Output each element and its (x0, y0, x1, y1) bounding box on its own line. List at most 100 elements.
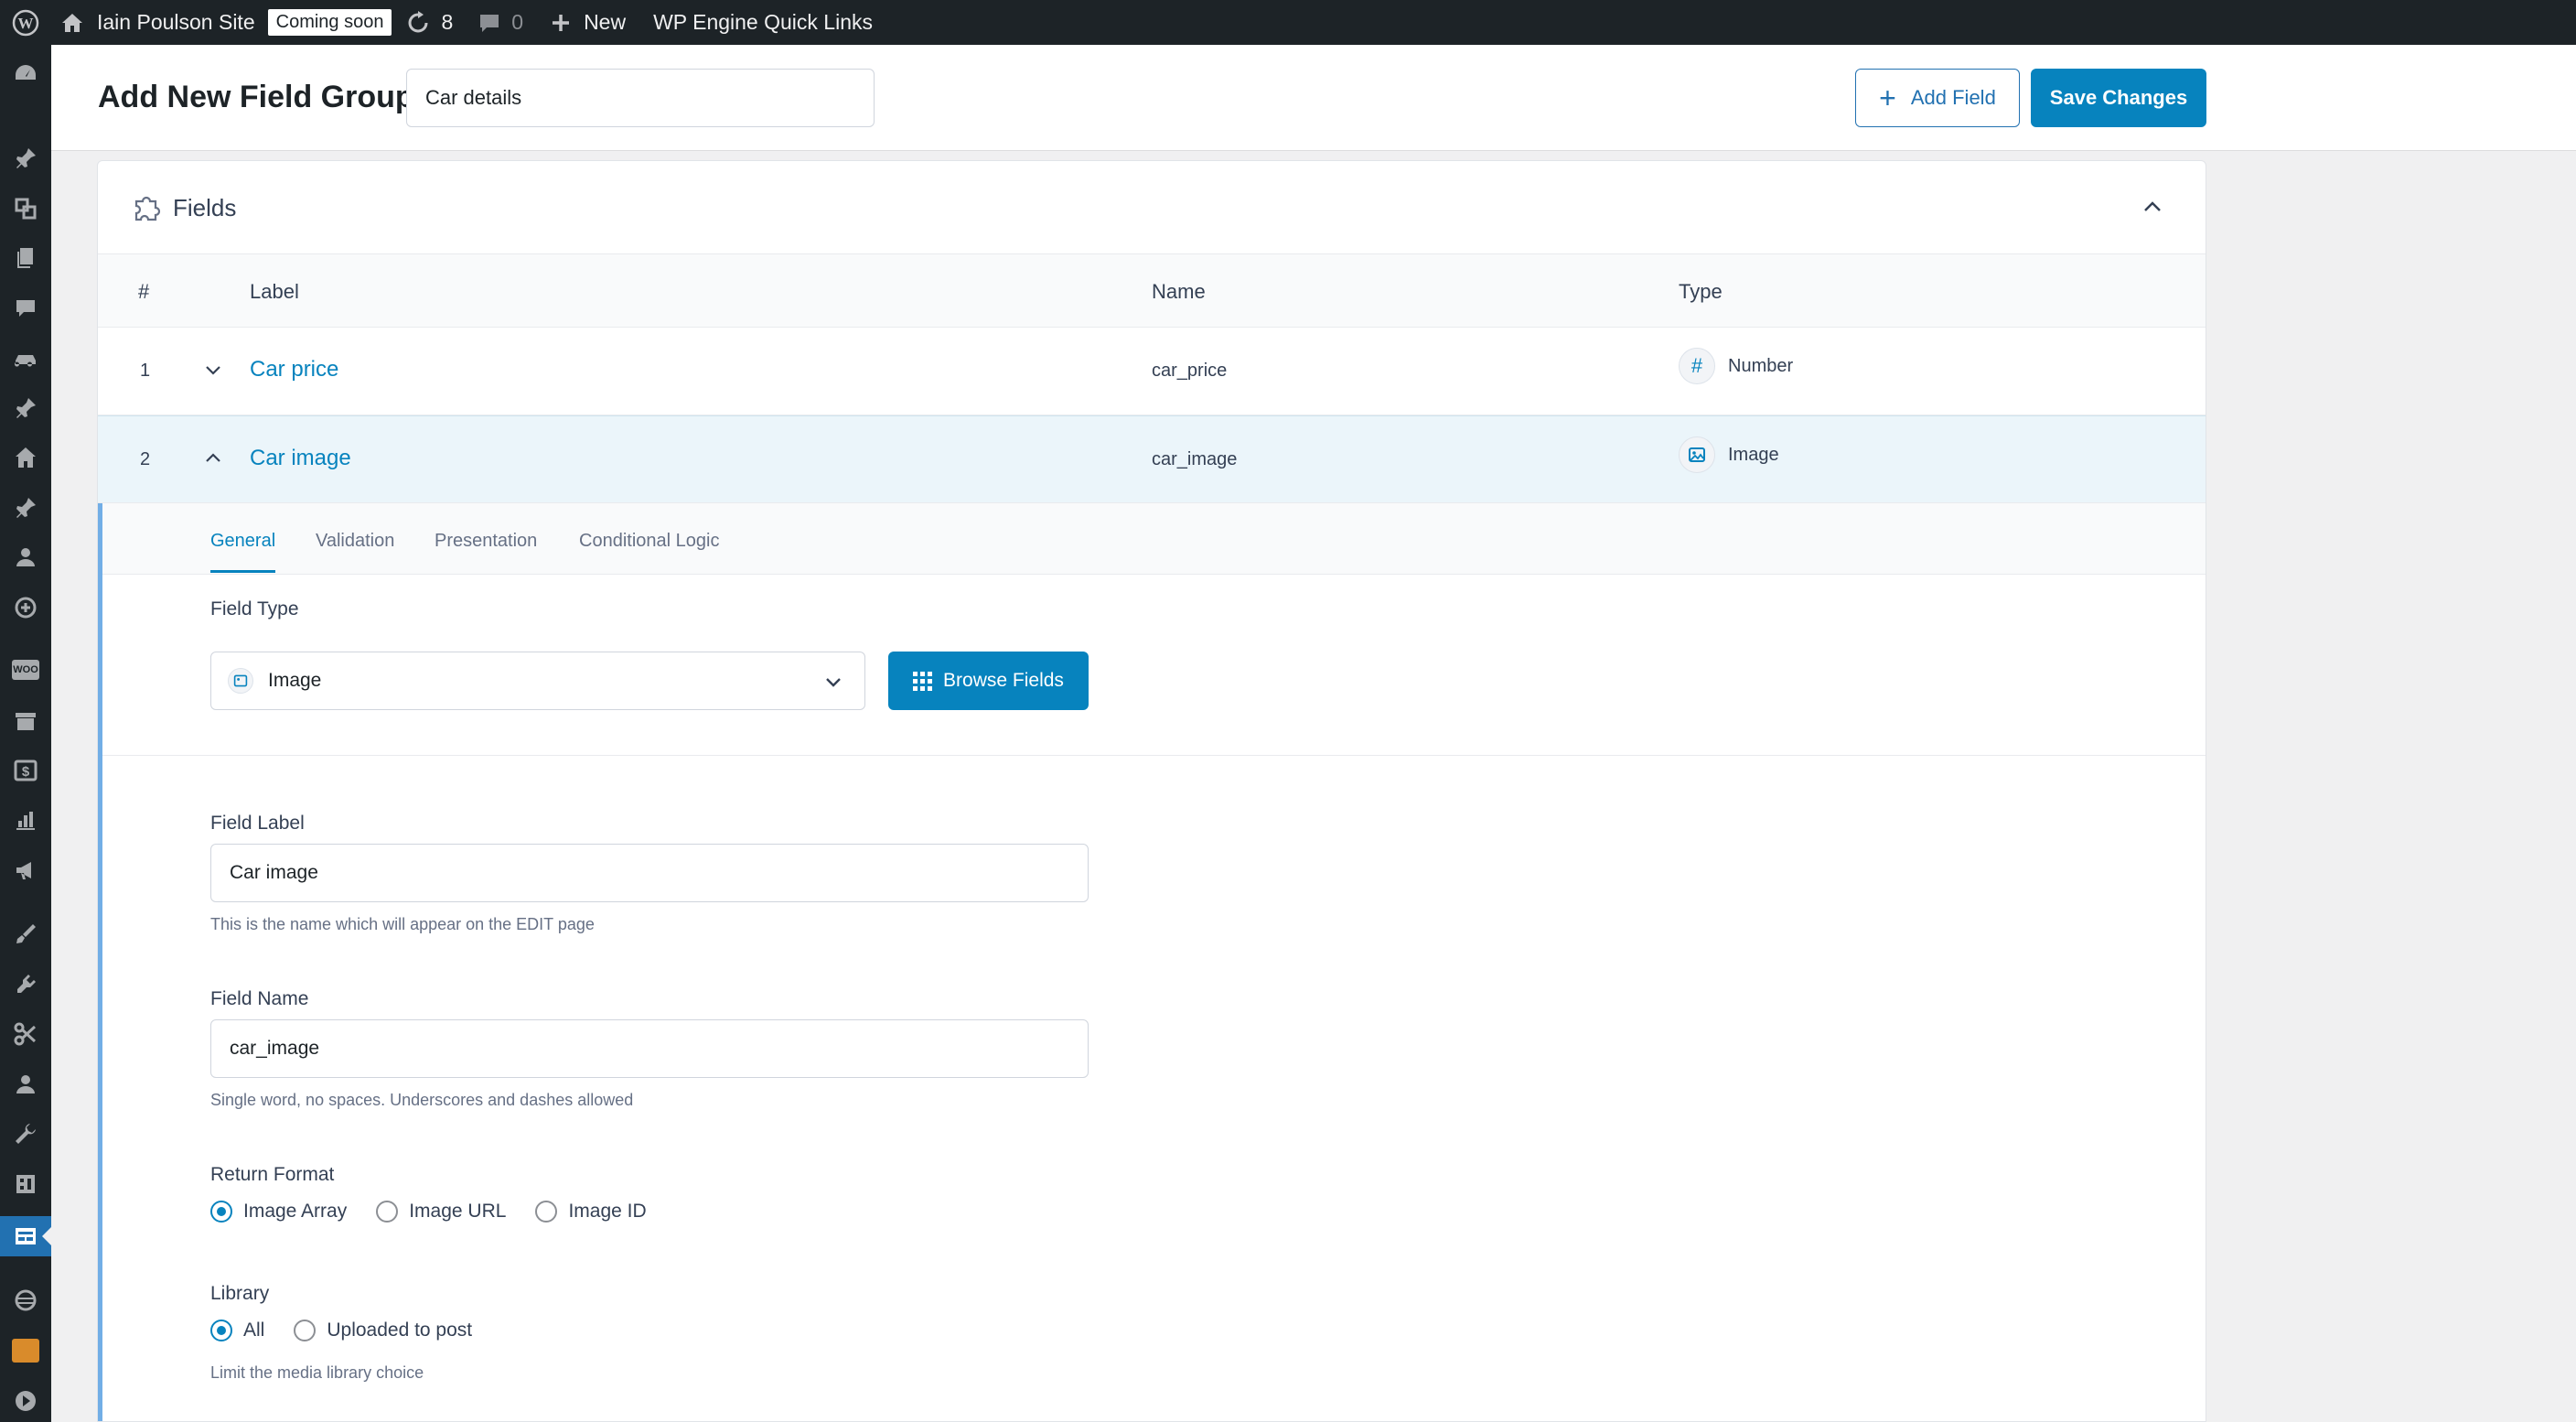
sidebar-item-tools[interactable] (0, 1114, 51, 1154)
row-number: 1 (140, 361, 151, 381)
sidebar-item-payments[interactable]: $ (0, 750, 51, 791)
radio-label: Image URL (409, 1201, 507, 1222)
add-field-button[interactable]: + Add Field (1855, 69, 2020, 127)
user-icon (16, 548, 35, 566)
field-name-input[interactable] (210, 1019, 1089, 1078)
fields-panel-header[interactable]: Fields (98, 161, 2206, 254)
chevron-down-icon (826, 678, 841, 687)
field-type-label: Number (1728, 355, 1794, 376)
new-content-link[interactable]: New (551, 0, 626, 45)
radio-selected[interactable] (210, 1320, 232, 1341)
site-name-link[interactable]: Iain Poulson Site Coming soon (60, 0, 392, 45)
sidebar-item-analytics[interactable] (0, 801, 51, 841)
sidebar-item-collapse[interactable] (0, 1381, 51, 1421)
radio-library-uploaded[interactable]: Uploaded to post (294, 1320, 472, 1341)
page-header: Add New Field Group + Add Field Save Chan… (51, 45, 2576, 151)
radio-image-url[interactable]: Image URL (376, 1201, 506, 1223)
wordpress-logo-menu[interactable]: W (0, 0, 51, 45)
sidebar-item-custom-pin-2[interactable] (0, 488, 51, 528)
column-num: # (138, 280, 150, 303)
plugin-icon (17, 975, 36, 993)
sidebar-item-products[interactable] (0, 701, 51, 741)
updates-link[interactable]: 8 (406, 0, 453, 45)
sidebar-item-snippets[interactable] (0, 1014, 51, 1054)
fields-panel-title: Fields (173, 194, 237, 221)
house-icon (16, 447, 36, 468)
sidebar-item-plugins[interactable] (0, 964, 51, 1005)
comment-icon (480, 14, 499, 32)
image-icon (1679, 436, 1715, 473)
column-label: Label (250, 280, 299, 303)
sidebar-item-acf[interactable] (0, 1216, 51, 1256)
chevron-down-icon[interactable] (202, 359, 224, 381)
radio-unselected[interactable] (376, 1201, 399, 1223)
browse-fields-button[interactable]: Browse Fields (888, 652, 1089, 710)
sidebar-item-properties[interactable] (0, 437, 51, 478)
plug-icon (15, 597, 37, 619)
fields-table-header: # Label Name Type (98, 254, 2206, 328)
field-name-heading: Field Name (210, 988, 309, 1009)
radio-label: Uploaded to post (327, 1320, 473, 1341)
field-group-title-input[interactable] (406, 69, 875, 127)
chevron-up-icon[interactable] (2140, 194, 2165, 220)
woocommerce-icon: WOO (12, 660, 39, 680)
scissors-icon (14, 1022, 37, 1046)
tab-conditional-logic[interactable]: Conditional Logic (579, 531, 719, 552)
wrench-icon (16, 1124, 36, 1144)
radio-selected[interactable] (210, 1201, 232, 1223)
sidebar-item-posts[interactable] (0, 138, 51, 178)
updates-count: 8 (441, 10, 454, 34)
sidebar-item-comments[interactable] (0, 288, 51, 329)
sidebar-item-pages[interactable] (0, 238, 51, 278)
car-icon (15, 355, 36, 367)
library-radios: All Uploaded to post (210, 1320, 501, 1341)
radio-unselected[interactable] (535, 1201, 558, 1223)
page-title: Add New Field Group (98, 80, 414, 114)
sidebar-item-integrations[interactable] (0, 587, 51, 628)
field-settings: General Validation Presentation Conditio… (98, 503, 2206, 1421)
sidebar-item-users-custom[interactable] (0, 537, 51, 577)
field-label-input[interactable] (210, 844, 1089, 902)
sidebar-item-custom-pin[interactable] (0, 388, 51, 428)
radio-unselected[interactable] (294, 1320, 317, 1341)
field-label-link[interactable]: Car price (250, 357, 338, 382)
home-icon (62, 13, 82, 32)
chevron-up-icon[interactable] (202, 447, 224, 469)
settings-grid-icon (16, 1175, 35, 1193)
sidebar-item-users[interactable] (0, 1064, 51, 1104)
hash-icon: # (1679, 348, 1715, 384)
puzzle-icon (134, 196, 161, 221)
sidebar-item-custom-plugin[interactable] (0, 1330, 51, 1371)
save-changes-button[interactable]: Save Changes (2031, 69, 2206, 127)
site-name: Iain Poulson Site (97, 10, 255, 34)
sidebar-item-settings[interactable] (0, 1164, 51, 1204)
sidebar-item-woocommerce[interactable]: WOO (0, 650, 51, 690)
sidebar-item-dashboard[interactable] (0, 54, 51, 94)
sidebar-item-cars[interactable] (0, 338, 51, 378)
svg-text:W: W (18, 15, 34, 32)
wp-engine-quick-links[interactable]: WP Engine Quick Links (653, 0, 873, 45)
radio-image-id[interactable]: Image ID (535, 1201, 647, 1223)
field-label-heading: Field Label (210, 813, 305, 834)
archive-icon (16, 713, 36, 730)
sidebar-item-appearance[interactable] (0, 914, 51, 954)
tab-general[interactable]: General (210, 531, 276, 573)
sidebar-item-media[interactable] (0, 189, 51, 229)
sidebar-item-marketing[interactable] (0, 850, 51, 890)
tab-presentation[interactable]: Presentation (435, 531, 537, 552)
table-row[interactable]: 2 Car image car_image Image (98, 415, 2206, 503)
coming-soon-badge: Coming soon (267, 9, 392, 36)
field-type-heading: Field Type (210, 598, 299, 619)
sidebar-item-wp-engine[interactable] (0, 1280, 51, 1320)
field-type-label: Image (1728, 444, 1779, 465)
tab-validation[interactable]: Validation (316, 531, 394, 552)
refresh-icon (409, 10, 428, 32)
field-label-link[interactable]: Car image (250, 446, 351, 471)
comments-link[interactable]: 0 (478, 0, 523, 45)
radio-image-array[interactable]: Image Array (210, 1201, 347, 1223)
radio-library-all[interactable]: All (210, 1320, 264, 1341)
field-type-select[interactable]: Image (210, 652, 865, 710)
bar-chart-icon (16, 812, 35, 830)
admin-sidebar: WOO $ (0, 45, 51, 1422)
table-row[interactable]: 1 Car price car_price # Number (98, 328, 2206, 415)
